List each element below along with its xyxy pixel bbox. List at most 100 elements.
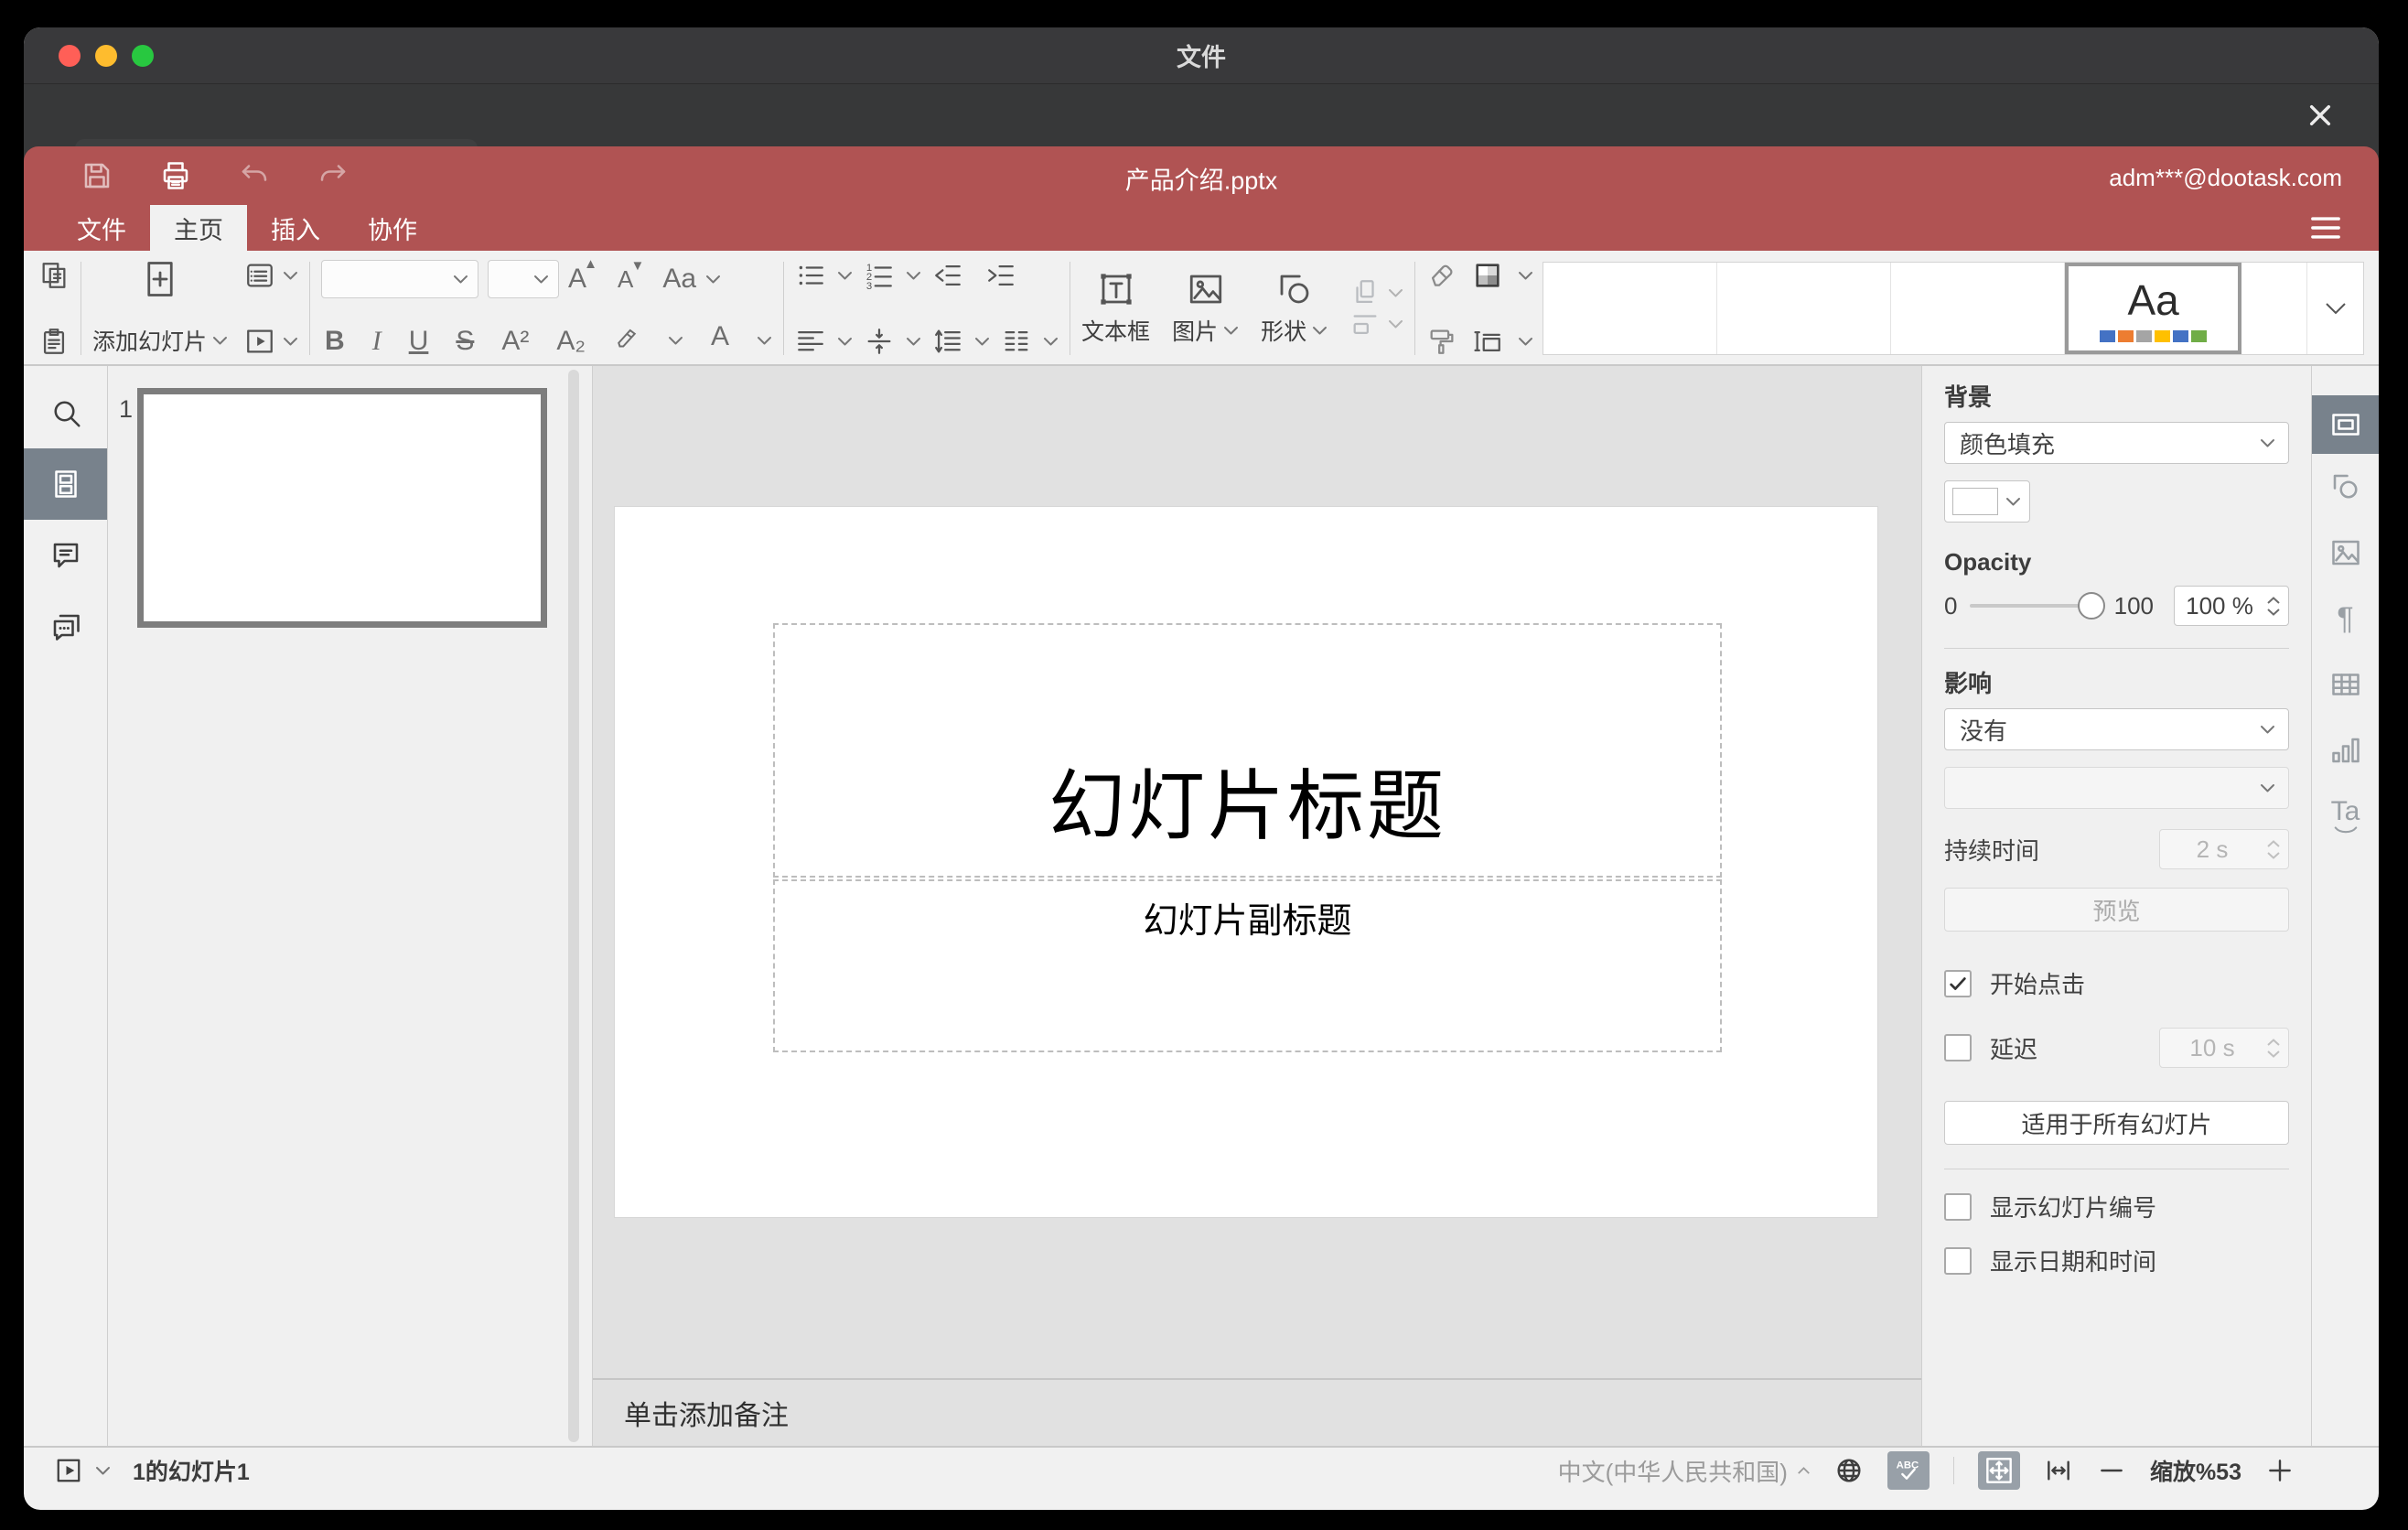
image-settings-icon[interactable] bbox=[2312, 520, 2379, 586]
chevron-down-icon[interactable] bbox=[757, 336, 772, 346]
chevron-down-icon[interactable] bbox=[837, 271, 853, 281]
background-color-picker[interactable] bbox=[1944, 480, 2030, 523]
chevron-down-icon[interactable] bbox=[705, 275, 721, 285]
vertical-align-icon[interactable] bbox=[864, 326, 895, 357]
fill-color-icon[interactable] bbox=[1472, 260, 1503, 291]
superscript-button[interactable]: A² bbox=[501, 326, 529, 357]
theme-item[interactable] bbox=[1891, 263, 2066, 354]
strikeout-button[interactable]: S bbox=[456, 326, 474, 357]
chevron-down-icon[interactable] bbox=[906, 271, 921, 281]
arrange-objects-icon[interactable] bbox=[1349, 277, 1381, 308]
hamburger-menu-icon[interactable] bbox=[2306, 209, 2346, 247]
bold-button[interactable]: B bbox=[325, 326, 345, 357]
print-icon[interactable] bbox=[159, 159, 192, 192]
insert-image-button[interactable]: 图片 bbox=[1172, 270, 1239, 347]
copy-style-icon[interactable] bbox=[1426, 326, 1457, 357]
chevron-down-icon[interactable] bbox=[95, 1466, 111, 1476]
redo-icon[interactable] bbox=[317, 159, 349, 192]
copy-icon[interactable] bbox=[38, 260, 70, 291]
document-language-icon[interactable] bbox=[1834, 1456, 1864, 1485]
fit-to-slide-button[interactable] bbox=[1977, 1451, 2020, 1490]
highlight-color-button[interactable] bbox=[613, 326, 640, 357]
font-color-button[interactable]: A bbox=[711, 323, 729, 357]
subscript-button[interactable]: A₂ bbox=[556, 326, 586, 357]
maximize-traffic-light[interactable] bbox=[132, 44, 154, 67]
search-icon[interactable] bbox=[24, 377, 107, 448]
underline-button[interactable]: U bbox=[409, 326, 429, 357]
table-settings-icon[interactable] bbox=[2312, 652, 2379, 717]
horizontal-align-icon[interactable] bbox=[795, 326, 826, 357]
effect-select[interactable]: 没有 bbox=[1944, 708, 2289, 750]
close-traffic-light[interactable] bbox=[59, 44, 81, 67]
theme-item[interactable] bbox=[1543, 263, 1718, 354]
slides-panel-icon[interactable] bbox=[24, 448, 107, 520]
chevron-down-icon[interactable] bbox=[1518, 271, 1533, 281]
show-slide-number-checkbox[interactable] bbox=[1944, 1192, 1972, 1221]
theme-item-selected[interactable]: Aa bbox=[2065, 263, 2242, 354]
slide-size-icon[interactable] bbox=[1472, 326, 1503, 357]
chevron-down-icon[interactable] bbox=[837, 337, 853, 347]
add-slide-label[interactable]: 添加幻灯片 bbox=[92, 324, 228, 357]
close-icon[interactable] bbox=[2300, 95, 2340, 135]
insert-textbox-button[interactable]: 文本框 bbox=[1081, 270, 1150, 347]
numbered-list-icon[interactable]: 123 bbox=[864, 260, 895, 291]
undo-icon[interactable] bbox=[238, 159, 271, 192]
language-selector[interactable]: 中文(中华人民共和国) bbox=[1558, 1454, 1811, 1488]
change-layout-icon[interactable] bbox=[244, 260, 275, 291]
chevron-down-icon[interactable] bbox=[283, 337, 298, 347]
minimize-traffic-light[interactable] bbox=[95, 44, 117, 67]
show-date-time-checkbox[interactable] bbox=[1944, 1246, 1972, 1275]
insert-shape-button[interactable]: 形状 bbox=[1261, 270, 1328, 347]
chevron-down-icon[interactable] bbox=[1043, 337, 1059, 347]
zoom-out-button[interactable] bbox=[2097, 1456, 2126, 1485]
columns-icon[interactable] bbox=[1001, 326, 1032, 357]
slide-thumbnail[interactable] bbox=[137, 388, 547, 628]
zoom-in-button[interactable] bbox=[2265, 1456, 2295, 1485]
fill-type-select[interactable]: 颜色填充 bbox=[1944, 422, 2289, 464]
title-placeholder[interactable]: 幻灯片标题 bbox=[773, 623, 1722, 878]
chevron-down-icon[interactable] bbox=[1388, 319, 1403, 329]
tab-file[interactable]: 文件 bbox=[53, 205, 150, 251]
paste-icon[interactable] bbox=[38, 326, 70, 357]
subtitle-placeholder[interactable]: 幻灯片副标题 bbox=[773, 879, 1722, 1052]
line-spacing-icon[interactable] bbox=[932, 326, 963, 357]
slide-canvas[interactable]: 幻灯片标题 幻灯片副标题 bbox=[615, 507, 1877, 1217]
paragraph-settings-icon[interactable]: ¶ bbox=[2312, 586, 2379, 652]
spinner-arrows[interactable] bbox=[2266, 596, 2281, 617]
start-slideshow-icon[interactable] bbox=[244, 326, 275, 357]
align-objects-icon[interactable] bbox=[1349, 308, 1381, 339]
opacity-slider[interactable] bbox=[1970, 592, 2105, 620]
decrease-font-button[interactable]: A ▼ bbox=[618, 258, 644, 294]
font-name-combo[interactable] bbox=[321, 260, 479, 298]
add-slide-button[interactable] bbox=[141, 260, 179, 298]
comments-icon[interactable] bbox=[24, 520, 107, 591]
delay-checkbox[interactable] bbox=[1944, 1034, 1972, 1061]
apply-to-all-button[interactable]: 适用于所有幻灯片 bbox=[1944, 1101, 2289, 1145]
chevron-down-icon[interactable] bbox=[1518, 337, 1533, 347]
italic-button[interactable]: I bbox=[372, 326, 382, 357]
change-case-button[interactable]: Aa bbox=[662, 264, 696, 295]
spell-check-toggle[interactable]: ABC bbox=[1887, 1451, 1930, 1490]
bullet-list-icon[interactable] bbox=[795, 260, 826, 291]
start-on-click-checkbox[interactable] bbox=[1944, 969, 1972, 997]
chevron-down-icon[interactable] bbox=[906, 337, 921, 347]
thumbnails-scrollbar[interactable] bbox=[568, 370, 579, 1442]
increase-font-button[interactable]: A ▲ bbox=[568, 256, 597, 295]
zoom-level[interactable]: 缩放%53 bbox=[2150, 1454, 2241, 1487]
theme-gallery-expand-icon[interactable] bbox=[2306, 263, 2363, 354]
slide-settings-icon[interactable] bbox=[2312, 395, 2379, 454]
fit-to-width-button[interactable] bbox=[2044, 1456, 2073, 1485]
start-slideshow-status-icon[interactable] bbox=[55, 1457, 82, 1484]
opacity-slider-knob[interactable] bbox=[2077, 592, 2105, 620]
decrease-indent-icon[interactable] bbox=[932, 260, 963, 291]
opacity-spinner[interactable]: 100 % bbox=[2174, 586, 2289, 626]
clear-style-icon[interactable] bbox=[1426, 260, 1457, 291]
chevron-down-icon[interactable] bbox=[668, 336, 683, 346]
theme-item[interactable] bbox=[1717, 263, 1892, 354]
chevron-down-icon[interactable] bbox=[283, 271, 298, 281]
shape-settings-icon[interactable] bbox=[2312, 454, 2379, 520]
textart-settings-icon[interactable]: Ta bbox=[2312, 783, 2379, 849]
tab-home[interactable]: 主页 bbox=[150, 205, 247, 251]
notes-area[interactable]: 单击添加备注 bbox=[593, 1378, 1921, 1446]
font-size-combo[interactable] bbox=[488, 260, 560, 298]
